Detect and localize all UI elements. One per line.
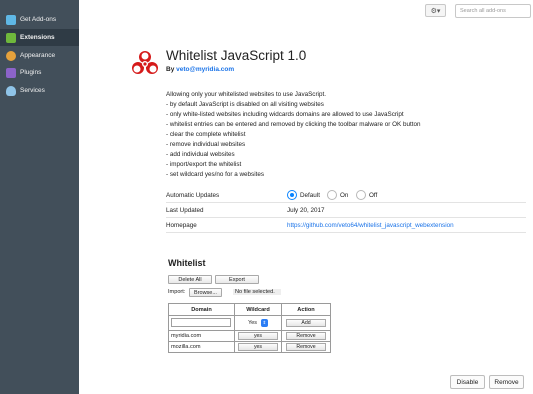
select-arrow-icon: ⇕ (260, 319, 268, 327)
radio-icon (356, 190, 366, 200)
description-line: - remove individual websites (166, 141, 246, 148)
sidebar-item-label: Get Add-ons (20, 16, 57, 23)
description-line: - by default JavaScript is disabled on a… (166, 101, 324, 108)
automatic-updates-row: Automatic Updates Default On Off (166, 188, 526, 203)
wildcard-cell: yes (234, 341, 282, 353)
last-updated-row: Last Updated July 20, 2017 (166, 203, 526, 218)
last-updated-value: July 20, 2017 (287, 207, 325, 214)
wildcard-toggle-button[interactable]: yes (238, 332, 278, 340)
table-header-row: Domain Wildcard Action (168, 303, 331, 316)
wildcard-select[interactable]: Yes ⇕ (248, 319, 268, 327)
wildcard-cell: Yes ⇕ (234, 315, 282, 331)
addon-title: Whitelist JavaScript 1.0 (166, 48, 307, 63)
automatic-updates-label: Automatic Updates (166, 192, 220, 199)
no-file-selected-text: No file selected. (233, 289, 281, 295)
domain-input[interactable] (171, 317, 231, 327)
sidebar-item-appearance[interactable]: Appearance (0, 47, 79, 64)
remove-entry-button[interactable]: Remove (286, 332, 326, 340)
author-prefix: By (166, 66, 175, 73)
wildcard-header: Wildcard (234, 303, 282, 316)
domain-cell (168, 315, 235, 331)
action-cell: Add (281, 315, 331, 331)
sidebar-item-label: Appearance (20, 52, 56, 59)
tools-gear-button[interactable]: ⚙▾ (425, 4, 446, 17)
domain-header: Domain (168, 303, 235, 316)
sidebar-item-label: Services (20, 87, 45, 94)
sidebar-item-extensions[interactable]: Extensions (0, 29, 79, 46)
get-addons-icon (6, 14, 16, 25)
sidebar: Get Add-ons Extensions Appearance Plugin… (0, 0, 79, 394)
puzzle-icon (6, 32, 16, 43)
action-header: Action (281, 303, 331, 316)
domain-cell: mozilla.com (168, 341, 235, 353)
homepage-link[interactable]: https://github.com/veto64/whitelist_java… (287, 222, 454, 229)
gear-icon: ⚙▾ (430, 7, 441, 15)
remove-entry-button[interactable]: Remove (286, 343, 326, 351)
new-entry-row: Yes ⇕ Add (168, 315, 331, 331)
sidebar-item-label: Plugins (20, 69, 42, 76)
action-cell: Remove (281, 330, 331, 342)
whitelist-table: Domain Wildcard Action Yes ⇕ Add myridia… (168, 303, 331, 353)
wildcard-select-value: Yes (248, 320, 257, 326)
addon-description: Allowing only your whitelisted websites … (166, 90, 486, 180)
last-updated-label: Last Updated (166, 207, 204, 214)
description-line: - whitelist entries can be entered and r… (166, 121, 421, 128)
sidebar-item-services[interactable]: Services (0, 82, 79, 99)
delete-all-button[interactable]: Delete All (168, 275, 212, 284)
radio-off[interactable]: Off (356, 190, 377, 200)
radio-selected-icon (287, 190, 297, 200)
description-line: - only white-listed websites including w… (166, 111, 404, 118)
cloud-icon (6, 85, 16, 96)
sidebar-item-label: Extensions (20, 34, 55, 41)
search-input[interactable]: Search all add-ons (455, 4, 531, 18)
import-label: Import: (168, 289, 186, 295)
sidebar-item-get-addons[interactable]: Get Add-ons (0, 11, 79, 28)
radio-icon (327, 190, 337, 200)
description-line: Allowing only your whitelisted websites … (166, 91, 326, 98)
table-row: mozilla.com yes Remove (168, 341, 331, 353)
radio-on[interactable]: On (327, 190, 348, 200)
table-row: myridia.com yes Remove (168, 330, 331, 342)
remove-button[interactable]: Remove (489, 375, 524, 389)
wildcard-cell: yes (234, 330, 282, 342)
homepage-row: Homepage https://github.com/veto64/white… (166, 218, 526, 233)
radio-label: Default (300, 191, 320, 199)
radio-label: On (340, 191, 349, 199)
wildcard-toggle-button[interactable]: yes (238, 343, 278, 351)
biohazard-icon (132, 51, 158, 74)
description-line: - set wildcard yes/no for a websites (166, 171, 264, 178)
addon-author-line: By veto@myridia.com (166, 66, 234, 73)
description-line: - import/export the whitelist (166, 161, 242, 168)
domain-cell: myridia.com (168, 330, 235, 342)
sidebar-item-plugins[interactable]: Plugins (0, 64, 79, 81)
description-line: - add individual websites (166, 151, 235, 158)
description-line: - clear the complete whitelist (166, 131, 246, 138)
radio-label: Off (369, 191, 378, 199)
add-button[interactable]: Add (286, 319, 326, 327)
author-link[interactable]: veto@myridia.com (176, 66, 234, 73)
browse-button[interactable]: Browse... (189, 288, 222, 297)
plugin-icon (6, 67, 16, 78)
palette-icon (6, 50, 16, 61)
whitelist-title: Whitelist (168, 258, 206, 268)
action-cell: Remove (281, 341, 331, 353)
export-button[interactable]: Export (215, 275, 259, 284)
disable-button[interactable]: Disable (450, 375, 485, 389)
radio-default[interactable]: Default (287, 190, 320, 200)
homepage-label: Homepage (166, 222, 197, 229)
